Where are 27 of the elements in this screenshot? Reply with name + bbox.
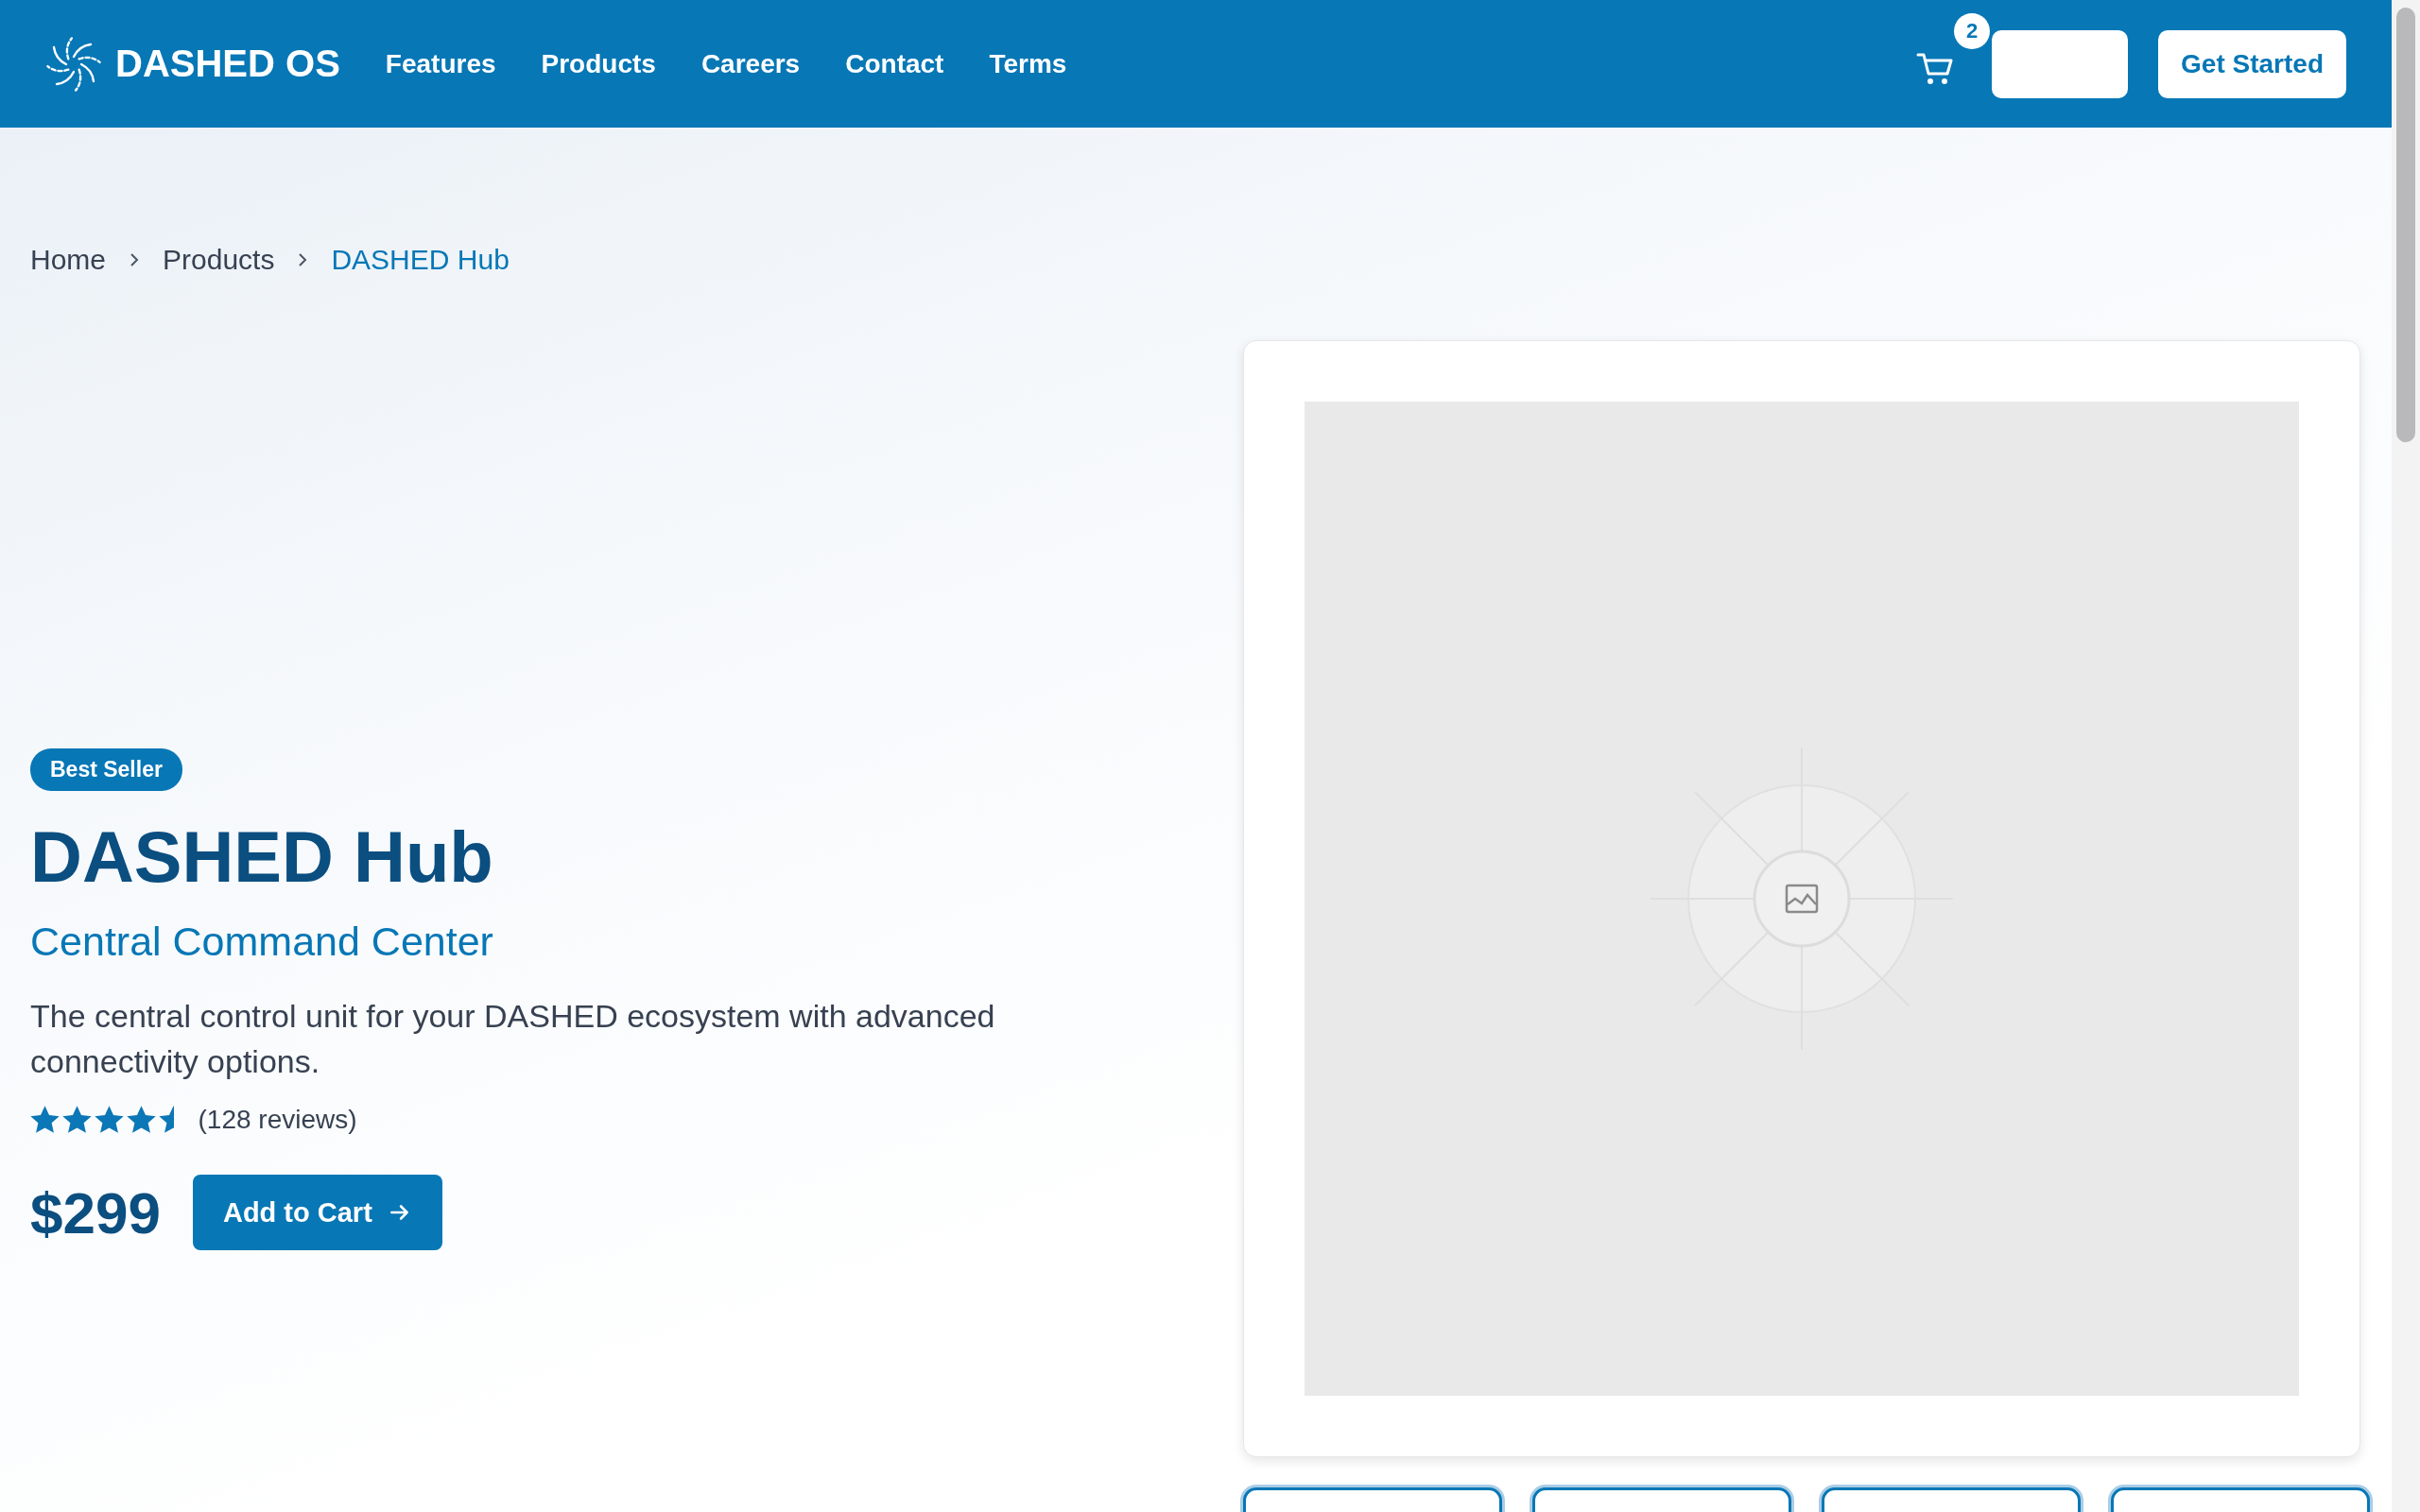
brand-name[interactable]: DASHED OS [115,43,340,85]
nav-link[interactable]: Careers [700,48,801,79]
review-count: (128 reviews) [198,1105,357,1135]
cart-count-badge: 2 [1954,12,1991,49]
best-seller-badge: Best Seller [30,748,182,791]
scrollbar[interactable] [2392,0,2420,1512]
star-icon [30,1106,60,1134]
product-description: The central control unit for your DASHED ecosystem with advanced connectivity options. [30,997,996,1081]
add-to-cart-button[interactable]: Add to Cart [192,1175,442,1250]
breadcrumb-link[interactable]: Home [30,244,107,276]
nav-link[interactable]: Terms [989,48,1067,79]
nav-link[interactable]: Contact [845,48,944,79]
product-title: DASHED Hub [30,816,493,898]
half-star-icon [159,1106,174,1134]
product-subtitle: Central Command Center [30,919,493,965]
star-icon [127,1106,156,1134]
get-started-button[interactable]: Get Started [2158,29,2346,98]
star-icon [95,1106,124,1134]
breadcrumb-link[interactable]: Products [163,244,275,276]
swirl-logo-icon[interactable] [45,35,102,93]
image-icon [1785,884,1819,914]
star-icon [62,1106,92,1134]
product-price: $299 [30,1178,161,1246]
breadcrumb-link[interactable]: DASHED Hub [331,244,510,276]
nav-link[interactable]: Features [385,48,496,79]
blank-button[interactable] [1992,29,2129,98]
nav-link[interactable]: Products [541,48,656,79]
